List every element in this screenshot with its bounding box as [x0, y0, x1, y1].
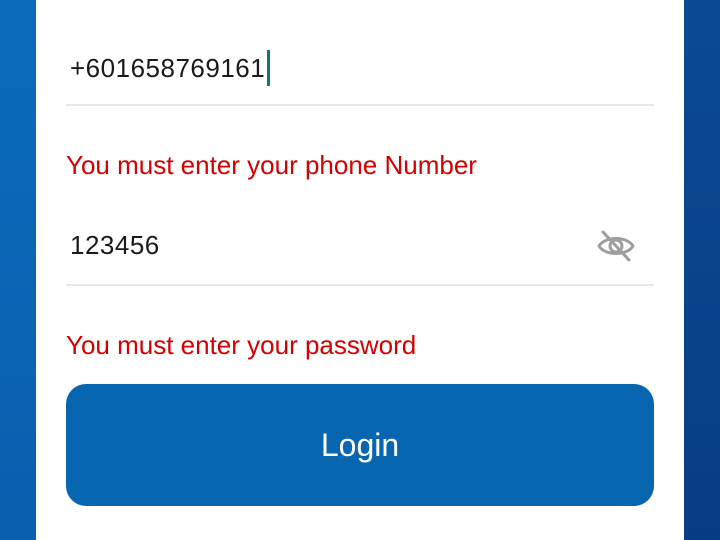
login-button[interactable]: Login [66, 384, 654, 506]
password-input-value: 123456 [70, 230, 160, 260]
password-field[interactable]: 123456 [66, 208, 654, 286]
password-input[interactable]: 123456 [70, 230, 160, 261]
phone-field[interactable]: +601658769161 [66, 28, 654, 106]
right-background-panel [684, 0, 720, 540]
phone-input-value: +601658769161 [70, 52, 266, 83]
phone-input[interactable]: +601658769161 [70, 50, 271, 86]
login-card: +601658769161 You must enter your phone … [36, 0, 684, 540]
eye-off-icon[interactable] [594, 226, 638, 266]
left-background-panel [0, 0, 36, 540]
password-error-message: You must enter your password [66, 330, 417, 360]
phone-error-message: You must enter your phone Number [66, 150, 477, 180]
text-cursor [267, 50, 271, 86]
